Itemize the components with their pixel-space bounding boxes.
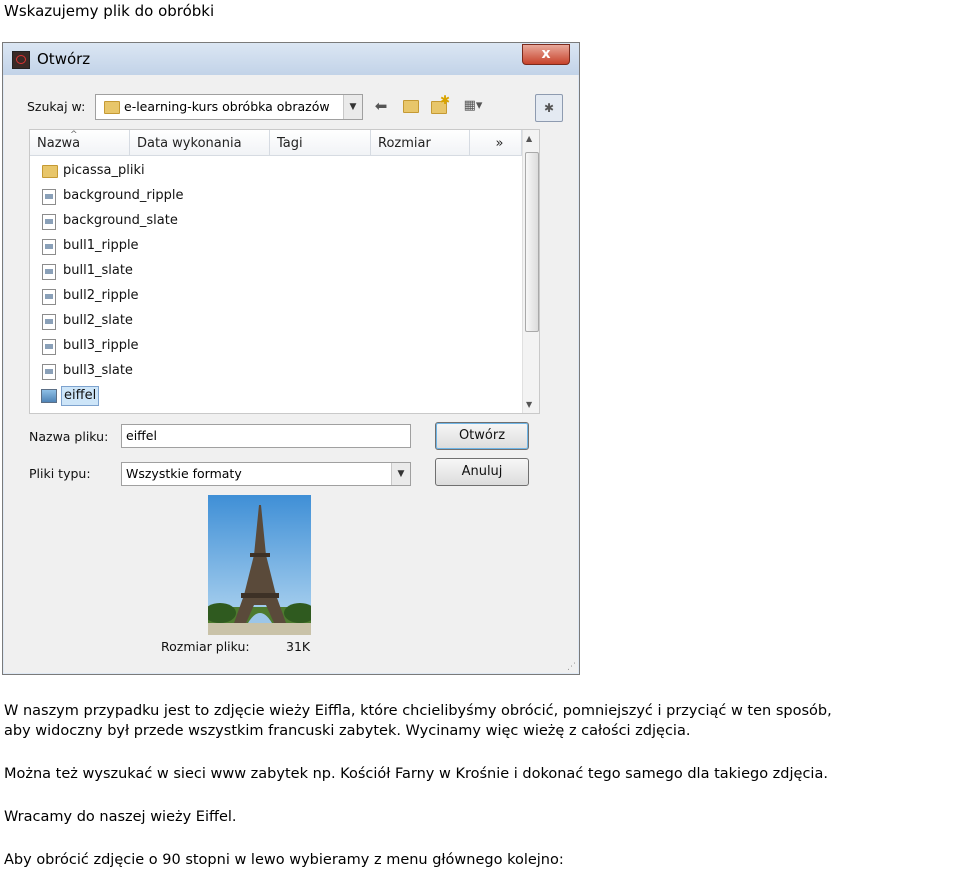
paragraph-2: Można też wyszukać w sieci www zabytek n… [4,766,828,782]
page-heading: Wskazujemy plik do obróbki [4,2,215,20]
look-in-label: Szukaj w: [27,99,86,114]
look-in-dropdown[interactable]: e-learning-kurs obróbka obrazów ▼ [95,94,363,120]
column-header-size[interactable]: Rozmiar [371,130,470,156]
up-folder-icon[interactable] [399,95,421,117]
vertical-scrollbar[interactable]: ▲ ▼ [522,130,539,413]
scrollbar-thumb[interactable] [525,152,539,332]
new-folder-icon[interactable]: ✱ [427,93,450,117]
file-icon [42,314,56,330]
paragraph-3: Wracamy do naszej wieży Eiffel. [4,809,237,825]
file-icon [42,364,56,380]
column-header-tags[interactable]: Tagi [270,130,371,156]
cancel-button[interactable]: Anuluj [435,458,529,486]
chevron-down-icon[interactable]: ▼ [343,95,362,119]
list-item[interactable]: bull3_slate [36,360,336,382]
dialog-title: Otwórz [37,50,91,68]
list-item[interactable]: bull3_ripple [36,335,336,357]
list-item[interactable]: bull2_ripple [36,285,336,307]
filename-label: Nazwa pliku: [29,429,109,444]
scroll-down-icon[interactable]: ▼ [526,400,532,409]
image-file-icon [41,389,57,403]
file-icon [42,264,56,280]
image-preview [208,495,311,635]
list-item[interactable]: bull1_ripple [36,235,336,257]
list-item[interactable]: bull1_slate [36,260,336,282]
filetype-value: Wszystkie formaty [126,466,242,481]
resize-grip-icon[interactable]: ⋰ [567,662,577,672]
look-in-value: e-learning-kurs obróbka obrazów [124,99,330,114]
dialog-titlebar[interactable]: Otwórz x [3,43,579,75]
open-button[interactable]: Otwórz [435,422,529,450]
paragraph-1-line-2: aby widoczny był przede wszystkim francu… [4,723,691,739]
file-size-value: 31K [286,639,311,654]
filetype-dropdown[interactable]: Wszystkie formaty ▼ [121,462,411,486]
scroll-up-icon[interactable]: ▲ [526,134,532,143]
file-list[interactable]: Nazwa ^ Data wykonania Tagi Rozmiar » pi… [29,129,540,414]
folder-icon [104,101,120,114]
file-icon [42,189,56,205]
eiffel-tower-thumbnail [208,495,311,635]
open-file-dialog: Otwórz x Szukaj w: e-learning-kurs obrób… [2,42,580,675]
list-item-selected[interactable]: eiffel [36,385,336,407]
close-button[interactable]: x [522,44,570,65]
file-icon [42,289,56,305]
back-icon[interactable]: ⬅ [370,95,392,117]
app-icon [12,51,30,69]
list-item[interactable]: picassa_pliki [36,160,336,182]
filetype-label: Pliki typu: [29,466,91,481]
paragraph-1-line-1: W naszym przypadku jest to zdjęcie wieży… [4,703,832,719]
file-icon [42,339,56,355]
folder-icon [42,165,58,178]
file-icon [42,239,56,255]
view-menu-icon[interactable]: ▦▾ [456,95,490,117]
list-item[interactable]: background_slate [36,210,336,232]
list-item[interactable]: background_ripple [36,185,336,207]
column-header-date[interactable]: Data wykonania [130,130,270,156]
filename-input[interactable]: eiffel [121,424,411,448]
file-icon [42,214,56,230]
column-more-button[interactable]: » [470,130,522,156]
chevron-down-icon[interactable]: ▼ [391,463,410,485]
file-size-label: Rozmiar pliku: [161,639,250,654]
column-header-name[interactable]: Nazwa ^ [30,130,130,156]
favorites-icon[interactable]: ✱ [535,94,563,122]
paragraph-4: Aby obrócić zdjęcie o 90 stopni w lewo w… [4,852,564,868]
list-item[interactable]: bull2_slate [36,310,336,332]
